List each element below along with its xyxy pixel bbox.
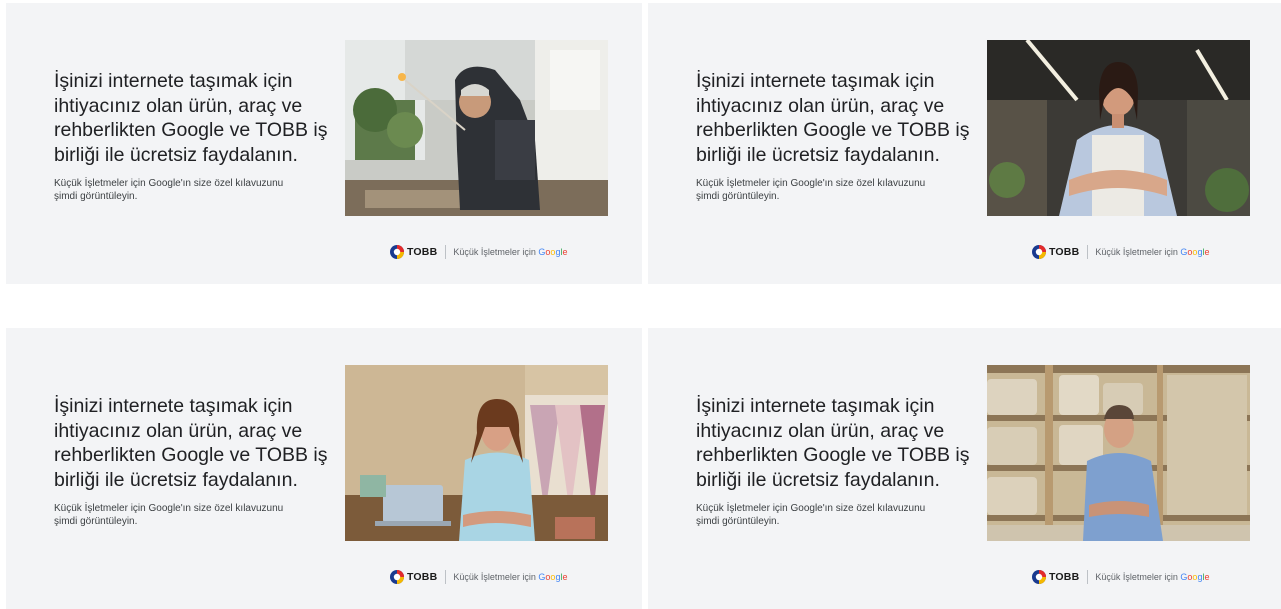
card-subtext: Küçük İşletmeler için Google'ın size öze…: [54, 178, 284, 202]
ad-card-1[interactable]: İşinizi internete taşımak için ihtiyacın…: [6, 3, 642, 284]
card-subtext: Küçük İşletmeler için Google'ın size öze…: [54, 503, 284, 527]
cheese-maker-photo: [987, 365, 1250, 541]
ad-card-4[interactable]: İşinizi internete taşımak için ihtiyacın…: [648, 328, 1281, 609]
boutique-owner-photo: [345, 365, 608, 541]
brand-tagline: Küçük İşletmeler için Google: [453, 572, 568, 582]
brand-divider: [445, 245, 447, 259]
card-headline: İşinizi internete taşımak için ihtiyacın…: [54, 70, 328, 166]
ad-card-2[interactable]: İşinizi internete taşımak için ihtiyacın…: [648, 3, 1281, 284]
brand-divider: [445, 570, 447, 584]
brand-divider: [1087, 570, 1089, 584]
card-headline: İşinizi internete taşımak için ihtiyacın…: [696, 70, 970, 166]
brand-tagline: Küçük İşletmeler için Google: [453, 247, 568, 257]
ad-card-3[interactable]: İşinizi internete taşımak için ihtiyacın…: [6, 328, 642, 609]
tobb-wordmark: TOBB: [407, 246, 438, 258]
brand-lockup[interactable]: TOBB Küçük İşletmeler için Google: [1032, 568, 1209, 586]
shop-owner-photo: [987, 40, 1250, 216]
glassblower-photo: [345, 40, 608, 216]
brand-divider: [1087, 245, 1089, 259]
brand-tagline: Küçük İşletmeler için Google: [1095, 247, 1210, 257]
brand-lockup[interactable]: TOBB Küçük İşletmeler için Google: [1032, 243, 1209, 261]
tobb-logo-icon: [390, 245, 404, 259]
tobb-logo-icon: [1032, 245, 1046, 259]
tobb-logo-icon: [1032, 570, 1046, 584]
card-subtext: Küçük İşletmeler için Google'ın size öze…: [696, 503, 926, 527]
brand-lockup[interactable]: TOBB Küçük İşletmeler için Google: [390, 568, 567, 586]
card-headline: İşinizi internete taşımak için ihtiyacın…: [54, 395, 328, 491]
tobb-wordmark: TOBB: [407, 571, 438, 583]
tobb-wordmark: TOBB: [1049, 246, 1080, 258]
card-headline: İşinizi internete taşımak için ihtiyacın…: [696, 395, 970, 491]
brand-lockup[interactable]: TOBB Küçük İşletmeler için Google: [390, 243, 567, 261]
brand-tagline: Küçük İşletmeler için Google: [1095, 572, 1210, 582]
tobb-logo-icon: [390, 570, 404, 584]
card-subtext: Küçük İşletmeler için Google'ın size öze…: [696, 178, 926, 202]
tobb-wordmark: TOBB: [1049, 571, 1080, 583]
